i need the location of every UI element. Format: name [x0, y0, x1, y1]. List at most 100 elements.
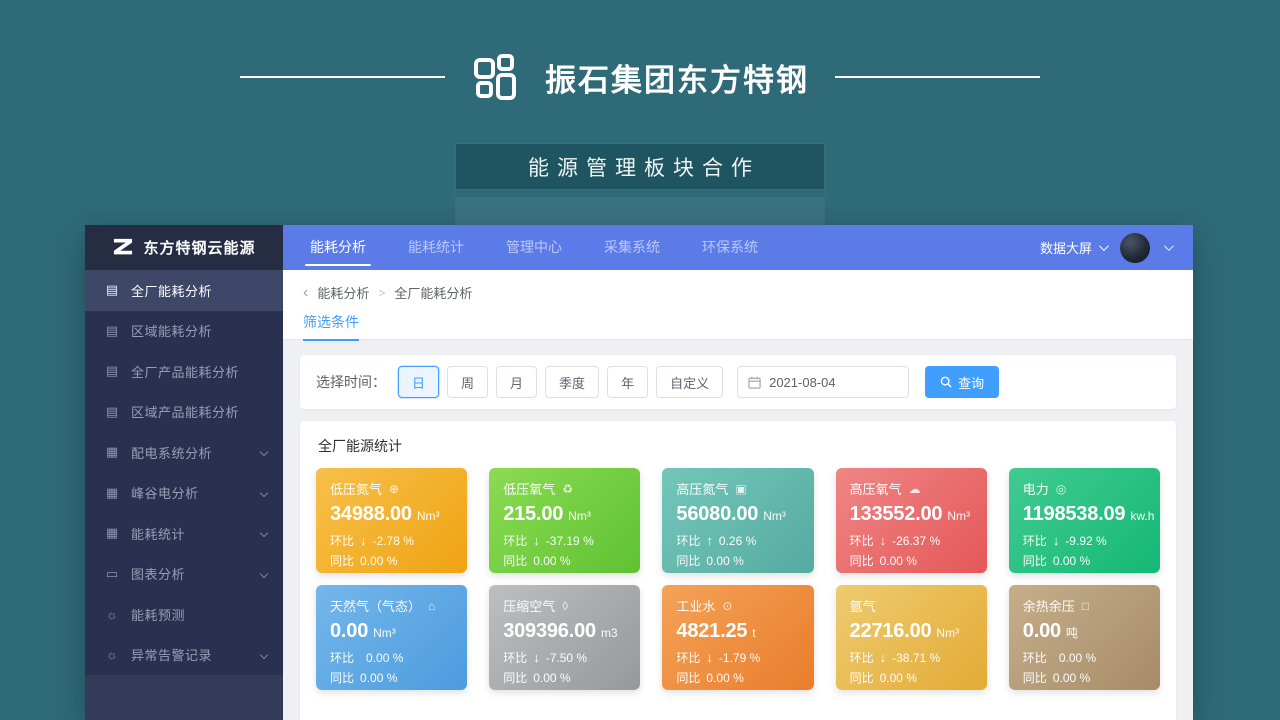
z-logo-icon: [112, 238, 134, 258]
card-unit: Nm³: [936, 626, 959, 640]
card-value: 0.00: [1023, 620, 1061, 642]
water-circle-icon: ⊙: [722, 599, 732, 613]
chevron-down-icon: [260, 529, 268, 537]
sidebar-item-label: 区域产品能耗分析: [131, 402, 267, 421]
sidebar-item-plant-energy-analysis[interactable]: ▤ 全厂能耗分析: [85, 270, 283, 311]
nav-item-environment-system[interactable]: 环保系统: [681, 225, 779, 270]
card-value: 4821.25: [676, 620, 747, 642]
card-value: 309396.00: [503, 620, 596, 642]
card-value: 22716.00: [850, 620, 932, 642]
sidebar-item-region-energy-analysis[interactable]: ▤ 区域能耗分析: [85, 311, 283, 352]
sidebar-item-label: 区域能耗分析: [131, 321, 267, 340]
sidebar-item-power-distribution[interactable]: ▦ 配电系统分析: [85, 432, 283, 473]
nav-item-energy-statistics[interactable]: 能耗统计: [387, 225, 485, 270]
time-button-month[interactable]: 月: [496, 366, 537, 398]
sidebar-item-alarm-records[interactable]: ☼ 异常告警记录: [85, 635, 283, 676]
breadcrumb: ‹ 能耗分析 > 全厂能耗分析: [283, 270, 1193, 302]
date-picker-input[interactable]: 2021-08-04: [737, 366, 909, 398]
card-title: 工业水: [676, 596, 715, 615]
filter-panel: 选择时间： 日 周 月 季度 年 自定义 2021-08-04: [300, 355, 1176, 409]
table-icon: ▦: [104, 525, 120, 541]
search-button[interactable]: 查询: [925, 366, 999, 398]
user-avatar[interactable]: [1120, 233, 1150, 263]
table-icon: ▦: [104, 444, 120, 460]
sidebar-footer: [85, 675, 283, 720]
hero-header: 振石集团东方特钢: [0, 44, 1280, 110]
stat-card: 天然气（气态）⌂0.00Nm³环比0.00 %同比0.00 %: [316, 585, 467, 690]
cloud-icon: ☁: [909, 482, 921, 496]
chevron-down-icon: [260, 651, 268, 659]
time-button-week[interactable]: 周: [447, 366, 488, 398]
card-unit: m3: [601, 626, 618, 640]
time-button-quarter[interactable]: 季度: [545, 366, 599, 398]
section-title: 全厂能源统计: [318, 436, 1160, 456]
sidebar-item-label: 图表分析: [131, 564, 261, 583]
time-button-custom[interactable]: 自定义: [656, 366, 723, 398]
stat-card: 工业水⊙4821.25t环比↓-1.79 %同比0.00 %: [662, 585, 813, 690]
yoy-label: 同比: [330, 552, 354, 569]
sidebar-item-energy-forecast[interactable]: ☼ 能耗预测: [85, 594, 283, 635]
mom-label: 环比: [850, 649, 874, 666]
chevron-down-icon[interactable]: [1164, 241, 1174, 251]
breadcrumb-level1[interactable]: 能耗分析: [317, 283, 369, 302]
nav-item-energy-analysis[interactable]: 能耗分析: [289, 225, 387, 270]
yoy-value: 0.00 %: [360, 554, 397, 568]
sidebar-item-peak-valley-power[interactable]: ▦ 峰谷电分析: [85, 473, 283, 514]
trend-arrow-icon: ↓: [880, 650, 887, 665]
home-icon: ⌂: [428, 599, 435, 613]
time-select-label: 选择时间：: [316, 372, 386, 392]
yoy-label: 同比: [1023, 669, 1047, 686]
yoy-label: 同比: [503, 552, 527, 569]
chevron-down-icon: [260, 570, 268, 578]
calendar-icon: [748, 376, 761, 389]
chevron-down-icon: [260, 489, 268, 497]
card-title: 余热余压: [1023, 596, 1075, 615]
card-title: 氩气: [850, 596, 876, 615]
card-unit: Nm³: [947, 509, 970, 523]
chart-icon: ▭: [104, 566, 120, 582]
sidebar-item-region-product-energy[interactable]: ▤ 区域产品能耗分析: [85, 392, 283, 433]
mom-value: -1.79 %: [719, 651, 760, 665]
data-screen-link[interactable]: 数据大屏: [1040, 238, 1106, 257]
back-arrow-icon[interactable]: ‹: [303, 286, 308, 299]
yoy-value: 0.00 %: [533, 554, 570, 568]
card-title: 低压氧气: [503, 479, 555, 498]
card-value: 0.00: [330, 620, 368, 642]
mom-value: -38.71 %: [892, 651, 940, 665]
yoy-value: 0.00 %: [706, 554, 743, 568]
sidebar-item-energy-statistics[interactable]: ▦ 能耗统计: [85, 513, 283, 554]
app-brand: 东方特钢云能源: [85, 225, 283, 270]
sidebar-item-label: 峰谷电分析: [131, 483, 261, 502]
content-header: ‹ 能耗分析 > 全厂能耗分析 筛选条件: [283, 270, 1193, 340]
trend-arrow-icon: ↓: [533, 650, 540, 665]
chevron-down-icon: [1099, 241, 1109, 251]
card-unit: t: [752, 626, 755, 640]
time-button-day[interactable]: 日: [398, 366, 439, 398]
yoy-label: 同比: [503, 669, 527, 686]
sidebar: ▤ 全厂能耗分析 ▤ 区域能耗分析 ▤ 全厂产品能耗分析 ▤ 区域产品能耗分析 …: [85, 270, 283, 720]
panel-icon: ▤: [104, 323, 120, 339]
card-title: 低压氮气: [330, 479, 382, 498]
mom-value: -2.78 %: [373, 534, 414, 548]
brand-name: 东方特钢云能源: [143, 237, 255, 258]
time-button-year[interactable]: 年: [607, 366, 648, 398]
stat-card: 余热余压□0.00吨环比0.00 %同比0.00 %: [1009, 585, 1160, 690]
stats-panel: 全厂能源统计 低压氮气⊕34988.00Nm³环比↓-2.78 %同比0.00 …: [300, 421, 1176, 720]
yoy-value: 0.00 %: [533, 671, 570, 685]
sidebar-item-chart-analysis[interactable]: ▭ 图表分析: [85, 554, 283, 595]
mom-label: 环比: [1023, 649, 1047, 666]
main-content: ‹ 能耗分析 > 全厂能耗分析 筛选条件 选择时间： 日 周 月 季度 年 自定…: [283, 270, 1193, 720]
tab-filter-conditions[interactable]: 筛选条件: [303, 312, 359, 341]
stat-card: 低压氧气♻215.00Nm³环比↓-37.19 %同比0.00 %: [489, 468, 640, 573]
card-unit: Nm³: [568, 509, 591, 523]
mom-value: 0.26 %: [719, 534, 756, 548]
yoy-value: 0.00 %: [1053, 671, 1090, 685]
nav-item-collection-system[interactable]: 采集系统: [583, 225, 681, 270]
mom-value: 0.00 %: [1059, 651, 1096, 665]
mom-label: 环比: [330, 532, 354, 549]
yoy-label: 同比: [676, 669, 700, 686]
card-value: 133552.00: [850, 503, 943, 525]
circle-plus-icon: ⊕: [389, 482, 399, 496]
sidebar-item-plant-product-energy[interactable]: ▤ 全厂产品能耗分析: [85, 351, 283, 392]
nav-item-management-center[interactable]: 管理中心: [485, 225, 583, 270]
